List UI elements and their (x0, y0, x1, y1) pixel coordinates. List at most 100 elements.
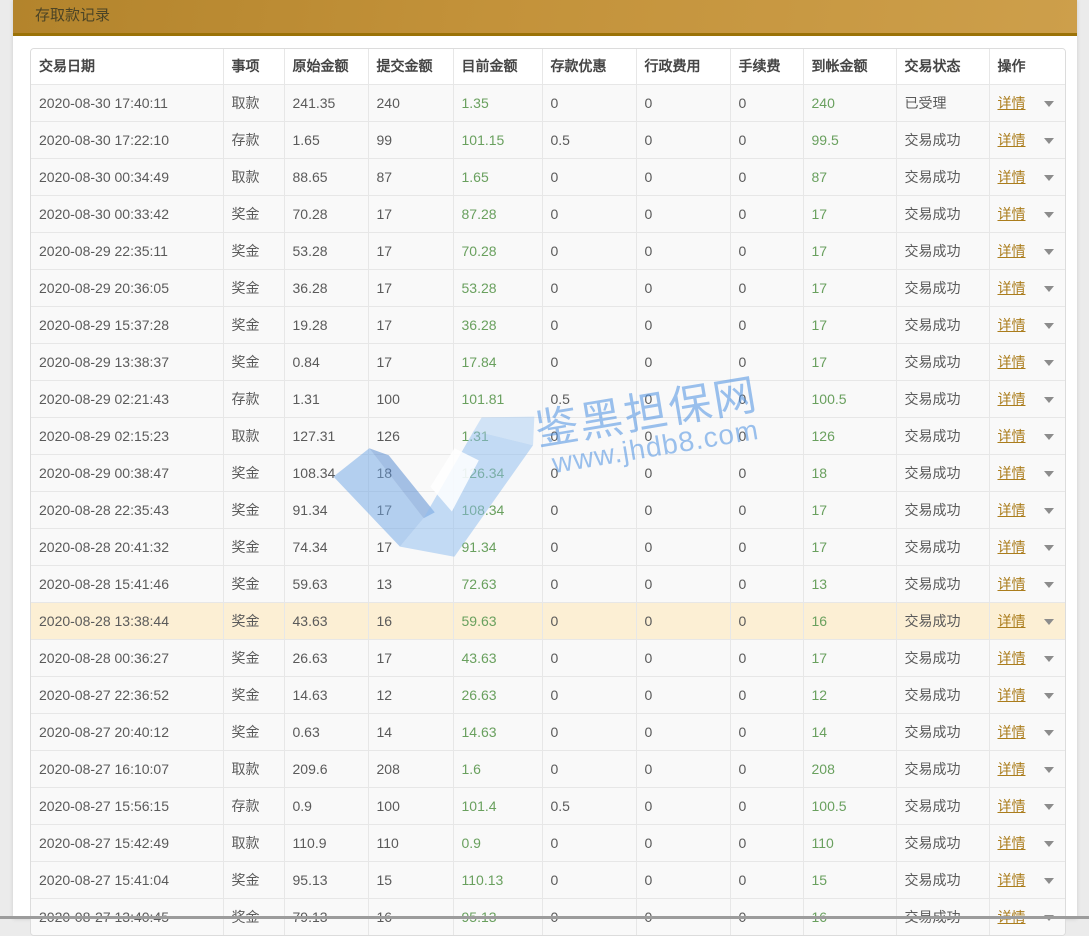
cell-fee: 0 (730, 195, 803, 232)
detail-link[interactable]: 详情 (998, 465, 1026, 481)
chevron-down-icon[interactable] (1044, 249, 1054, 255)
cell-submitted: 208 (368, 750, 453, 787)
cell-fee: 0 (730, 269, 803, 306)
detail-link[interactable]: 详情 (998, 539, 1026, 555)
chevron-down-icon[interactable] (1044, 138, 1054, 144)
cell-fee: 0 (730, 713, 803, 750)
cell-bonus: 0 (542, 343, 636, 380)
cell-action: 详情 (989, 602, 1065, 639)
chevron-down-icon[interactable] (1044, 693, 1054, 699)
detail-link[interactable]: 详情 (998, 576, 1026, 592)
chevron-down-icon[interactable] (1044, 804, 1054, 810)
chevron-down-icon[interactable] (1044, 730, 1054, 736)
cell-action: 详情 (989, 417, 1065, 454)
detail-link[interactable]: 详情 (998, 354, 1026, 370)
detail-link[interactable]: 详情 (998, 243, 1026, 259)
chevron-down-icon[interactable] (1044, 582, 1054, 588)
chevron-down-icon[interactable] (1044, 767, 1054, 773)
chevron-down-icon[interactable] (1044, 434, 1054, 440)
cell-submitted: 17 (368, 343, 453, 380)
chevron-down-icon[interactable] (1044, 101, 1054, 107)
detail-link[interactable]: 详情 (998, 95, 1026, 111)
cell-status: 交易成功 (896, 602, 989, 639)
cell-item: 奖金 (223, 195, 284, 232)
chevron-down-icon[interactable] (1044, 286, 1054, 292)
cell-received: 100.5 (803, 787, 896, 824)
cell-action: 详情 (989, 565, 1065, 602)
chevron-down-icon[interactable] (1044, 508, 1054, 514)
detail-link[interactable]: 详情 (998, 206, 1026, 222)
cell-date: 2020-08-29 02:15:23 (31, 417, 223, 454)
cell-status: 交易成功 (896, 639, 989, 676)
cell-submitted: 17 (368, 306, 453, 343)
detail-link[interactable]: 详情 (998, 761, 1026, 777)
cell-original: 53.28 (284, 232, 368, 269)
chevron-down-icon[interactable] (1044, 360, 1054, 366)
detail-link[interactable]: 详情 (998, 169, 1026, 185)
detail-link[interactable]: 详情 (998, 650, 1026, 666)
detail-link[interactable]: 详情 (998, 280, 1026, 296)
cell-admin_fee: 0 (636, 121, 730, 158)
cell-submitted: 87 (368, 158, 453, 195)
detail-link[interactable]: 详情 (998, 835, 1026, 851)
detail-link[interactable]: 详情 (998, 428, 1026, 444)
cell-received: 17 (803, 306, 896, 343)
cell-bonus: 0 (542, 676, 636, 713)
chevron-down-icon[interactable] (1044, 619, 1054, 625)
detail-link[interactable]: 详情 (998, 502, 1026, 518)
cell-fee: 0 (730, 491, 803, 528)
table-row: 2020-08-29 13:38:37奖金0.841717.8400017交易成… (31, 343, 1065, 380)
cell-received: 99.5 (803, 121, 896, 158)
detail-link[interactable]: 详情 (998, 317, 1026, 333)
cell-original: 36.28 (284, 269, 368, 306)
detail-link[interactable]: 详情 (998, 391, 1026, 407)
cell-original: 26.63 (284, 639, 368, 676)
cell-item: 取款 (223, 417, 284, 454)
cell-status: 交易成功 (896, 195, 989, 232)
detail-link[interactable]: 详情 (998, 798, 1026, 814)
cell-action: 详情 (989, 195, 1065, 232)
detail-link[interactable]: 详情 (998, 724, 1026, 740)
cell-bonus: 0 (542, 750, 636, 787)
chevron-down-icon[interactable] (1044, 878, 1054, 884)
cell-admin_fee: 0 (636, 676, 730, 713)
cell-submitted: 240 (368, 84, 453, 121)
cell-admin_fee: 0 (636, 454, 730, 491)
detail-link[interactable]: 详情 (998, 687, 1026, 703)
cell-status: 交易成功 (896, 417, 989, 454)
detail-link[interactable]: 详情 (998, 872, 1026, 888)
cell-bonus: 0 (542, 528, 636, 565)
cell-date: 2020-08-30 00:33:42 (31, 195, 223, 232)
cell-original: 127.31 (284, 417, 368, 454)
cell-action: 详情 (989, 232, 1065, 269)
detail-link[interactable]: 详情 (998, 132, 1026, 148)
cell-status: 交易成功 (896, 824, 989, 861)
cell-original: 108.34 (284, 454, 368, 491)
cell-received: 17 (803, 232, 896, 269)
cell-date: 2020-08-27 15:42:49 (31, 824, 223, 861)
chevron-down-icon[interactable] (1044, 545, 1054, 551)
cell-admin_fee: 0 (636, 417, 730, 454)
chevron-down-icon[interactable] (1044, 841, 1054, 847)
chevron-down-icon[interactable] (1044, 175, 1054, 181)
cell-original: 1.65 (284, 121, 368, 158)
cell-original: 0.63 (284, 713, 368, 750)
cell-date: 2020-08-30 17:22:10 (31, 121, 223, 158)
cell-item: 奖金 (223, 306, 284, 343)
chevron-down-icon[interactable] (1044, 323, 1054, 329)
chevron-down-icon[interactable] (1044, 212, 1054, 218)
cell-item: 奖金 (223, 232, 284, 269)
chevron-down-icon[interactable] (1044, 656, 1054, 662)
table-row: 2020-08-30 00:34:49取款88.65871.6500087交易成… (31, 158, 1065, 195)
table-row: 2020-08-29 15:37:28奖金19.281736.2800017交易… (31, 306, 1065, 343)
column-header-submitted: 提交金额 (368, 49, 453, 84)
cell-date: 2020-08-27 15:56:15 (31, 787, 223, 824)
chevron-down-icon[interactable] (1044, 397, 1054, 403)
cell-action: 详情 (989, 750, 1065, 787)
cell-submitted: 16 (368, 602, 453, 639)
cell-status: 交易成功 (896, 269, 989, 306)
cell-admin_fee: 0 (636, 343, 730, 380)
cell-current: 1.31 (453, 417, 542, 454)
chevron-down-icon[interactable] (1044, 471, 1054, 477)
detail-link[interactable]: 详情 (998, 613, 1026, 629)
